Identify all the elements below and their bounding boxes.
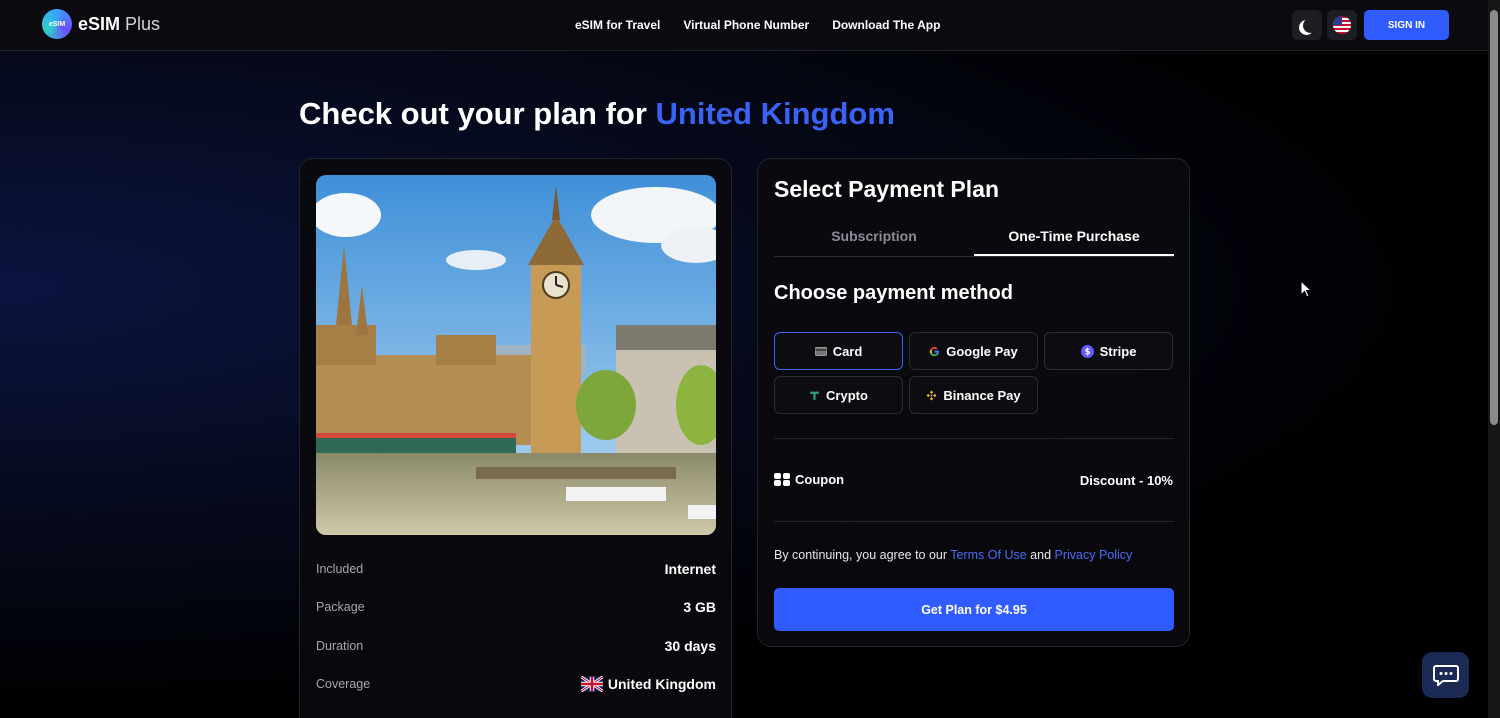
uk-flag-icon xyxy=(580,676,603,692)
scrollbar[interactable] xyxy=(1488,0,1500,718)
plan-row-label: Package xyxy=(316,600,365,614)
logo[interactable]: eSIM eSIM Plus xyxy=(42,9,160,39)
pay-method-label: Google Pay xyxy=(946,343,1018,359)
google-icon xyxy=(930,346,940,356)
sign-in-button[interactable]: SIGN IN xyxy=(1364,10,1449,40)
us-flag-icon xyxy=(1333,16,1351,34)
pay-method-label: Crypto xyxy=(826,387,868,403)
plan-details-card: Included Internet Package 3 GB Duration … xyxy=(299,158,732,718)
page-title: Check out your plan for United Kingdom xyxy=(299,96,895,132)
discount-label: Discount - 10% xyxy=(1079,473,1173,488)
plan-row-label: Included xyxy=(316,562,364,576)
logo-suffix: Plus xyxy=(125,13,161,34)
pay-method-card-button[interactable]: Card xyxy=(774,332,903,370)
svg-text:$: $ xyxy=(1084,346,1090,356)
plan-row-label: Duration xyxy=(316,639,364,653)
tab-subscription[interactable]: Subscription xyxy=(774,221,974,256)
plan-type-tabs: Subscription One-Time Purchase xyxy=(774,221,1174,257)
stripe-icon: $ xyxy=(1080,344,1094,358)
nav-virtual-phone-number[interactable]: Virtual Phone Number xyxy=(683,18,809,32)
pay-method-label: Stripe xyxy=(1099,343,1137,359)
mouse-cursor-icon xyxy=(1300,280,1312,298)
pay-method-stripe-button[interactable]: $ Stripe xyxy=(1044,332,1173,370)
top-navigation-bar: eSIM eSIM Plus eSIM for Travel Virtual P… xyxy=(0,0,1488,51)
terms-notice: By continuing, you agree to our Terms Of… xyxy=(774,548,1132,562)
language-button[interactable] xyxy=(1327,10,1357,40)
coupon-icon xyxy=(774,473,790,486)
chat-widget-button[interactable] xyxy=(1422,652,1469,698)
destination-photo xyxy=(316,175,716,535)
payment-card: Select Payment Plan Subscription One-Tim… xyxy=(757,158,1190,647)
plan-row-value: 3 GB xyxy=(683,599,716,615)
plan-row-coverage: Coverage United Kingdom xyxy=(316,676,716,692)
plan-row-value: 30 days xyxy=(664,638,716,654)
scrollbar-thumb[interactable] xyxy=(1490,10,1498,425)
nav-esim-for-travel[interactable]: eSIM for Travel xyxy=(575,18,660,32)
card-icon xyxy=(814,346,827,356)
page-title-country: United Kingdom xyxy=(655,96,895,131)
pay-method-binance-pay-button[interactable]: Binance Pay xyxy=(909,376,1038,414)
big-ben-illustration xyxy=(316,175,716,535)
divider xyxy=(774,521,1174,522)
main-nav: eSIM for Travel Virtual Phone Number Dow… xyxy=(575,18,940,32)
esim-logo-icon: eSIM xyxy=(42,9,72,39)
coverage-country: United Kingdom xyxy=(607,676,716,692)
get-plan-button[interactable]: Get Plan for $4.95 xyxy=(774,588,1174,631)
page-title-prefix: Check out your plan for xyxy=(299,96,647,131)
coverage-value: United Kingdom xyxy=(580,676,716,692)
plan-row-value: Internet xyxy=(664,561,716,577)
logo-text: eSIM Plus xyxy=(78,14,160,35)
plan-row-label: Coverage xyxy=(316,677,371,691)
terms-and: and xyxy=(1030,548,1052,562)
privacy-policy-link[interactable]: Privacy Policy xyxy=(1055,548,1133,562)
payment-method-heading: Choose payment method xyxy=(774,282,1013,304)
binance-icon xyxy=(926,390,937,400)
theme-toggle-button[interactable] xyxy=(1292,10,1322,40)
coupon-toggle[interactable]: Coupon xyxy=(774,472,844,487)
moon-icon xyxy=(1303,18,1318,33)
terms-of-use-link[interactable]: Terms Of Use xyxy=(950,548,1026,562)
plan-row-package: Package 3 GB xyxy=(316,599,716,615)
divider xyxy=(774,438,1174,439)
nav-download-the-app[interactable]: Download The App xyxy=(832,18,940,32)
tether-icon xyxy=(810,391,819,400)
payment-plan-heading: Select Payment Plan xyxy=(774,176,999,202)
logo-mark-text: eSIM xyxy=(48,20,66,28)
terms-prefix: By continuing, you agree to our xyxy=(774,548,948,562)
pay-method-label: Card xyxy=(832,343,863,359)
chat-bubble-icon xyxy=(1432,665,1459,686)
pay-method-crypto-button[interactable]: Crypto xyxy=(774,376,903,414)
tab-one-time-purchase[interactable]: One-Time Purchase xyxy=(974,221,1174,256)
logo-brand: eSIM xyxy=(78,13,121,34)
pay-method-label: Binance Pay xyxy=(943,387,1021,403)
coupon-label: Coupon xyxy=(795,472,845,487)
pay-method-google-pay-button[interactable]: Google Pay xyxy=(909,332,1038,370)
plan-row-included: Included Internet xyxy=(316,561,716,577)
plan-row-duration: Duration 30 days xyxy=(316,638,716,654)
